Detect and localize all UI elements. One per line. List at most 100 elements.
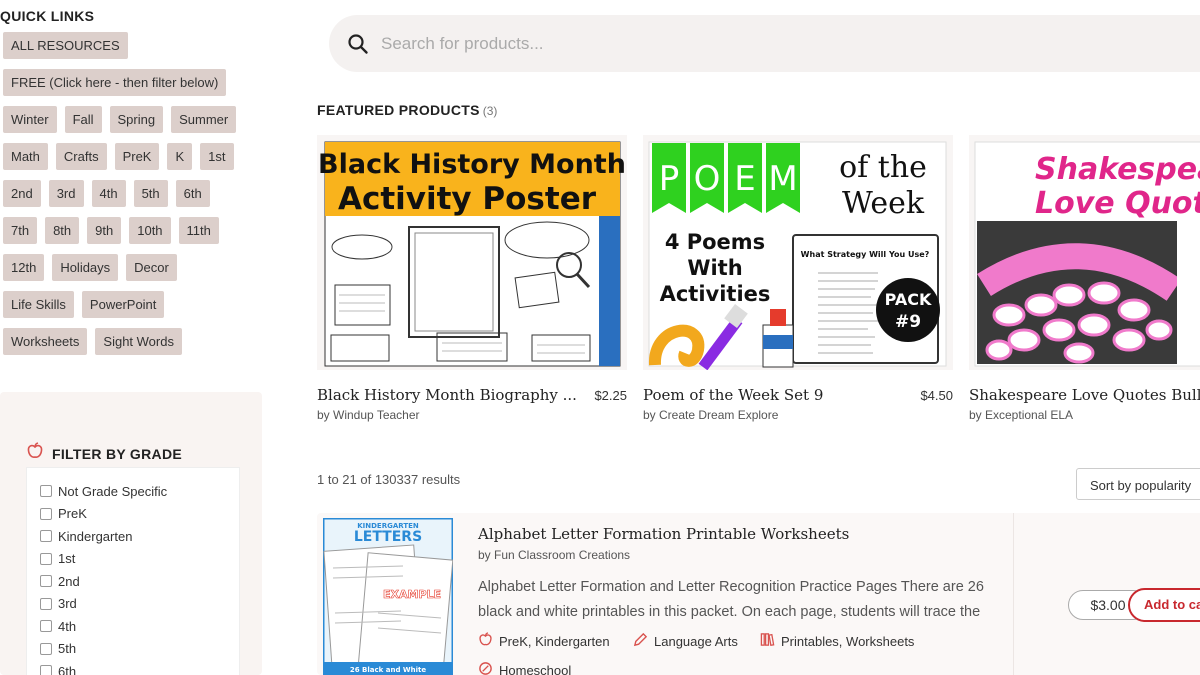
svg-text:#9: #9 [895, 312, 921, 332]
quick-link-chip[interactable]: 11th [178, 217, 219, 244]
quick-link-chip[interactable]: 6th [175, 180, 210, 207]
featured-image-3[interactable]: Shakespeare Love Quote [969, 135, 1200, 370]
quick-link-chip[interactable]: 1st [200, 143, 234, 170]
grade-label: Not Grade Specific [58, 483, 168, 499]
poster-title-line1: Black History Month [318, 149, 626, 180]
grade-filter-item[interactable]: 2nd [27, 570, 239, 593]
checkbox[interactable] [40, 552, 52, 565]
quick-link-chip[interactable]: Summer [171, 106, 237, 133]
quick-link-chip[interactable]: Sight Words [95, 328, 182, 355]
grade-filter-item[interactable]: 5th [27, 638, 239, 661]
product-author[interactable]: by Fun Classroom Creations [478, 548, 630, 562]
quick-link-chip[interactable]: ALL RESOURCES [3, 32, 128, 59]
search-input[interactable] [381, 33, 1081, 55]
grade-label: 3rd [58, 596, 77, 612]
svg-text:of the: of the [839, 150, 927, 185]
quick-link-chip[interactable]: Math [3, 143, 48, 170]
grade-label: 6th [58, 663, 77, 675]
quick-links-list: ALL RESOURCES FREE (Click here - then fil… [3, 32, 263, 365]
quick-link-chip[interactable]: 5th [133, 180, 168, 207]
pencil-icon [633, 632, 648, 650]
svg-text:4 Poems: 4 Poems [665, 230, 765, 254]
featured-title: FEATURED PRODUCTS [317, 102, 480, 118]
quick-link-chip[interactable]: Life Skills [3, 291, 74, 318]
quick-link-chip[interactable]: 3rd [48, 180, 84, 207]
checkbox[interactable] [40, 575, 52, 588]
grade-label: PreK [58, 506, 87, 522]
quick-link-chip[interactable]: Worksheets [3, 328, 88, 355]
svg-text:O: O [694, 159, 721, 199]
svg-text:PACK: PACK [885, 290, 932, 309]
apple-icon [26, 442, 44, 465]
svg-text:What Strategy Will You Use?: What Strategy Will You Use? [801, 250, 930, 259]
featured-title-2[interactable]: Poem of the Week Set 9 [643, 386, 903, 404]
quick-links-title: QUICK LINKS [0, 8, 95, 24]
featured-author-3[interactable]: by Exceptional ELA [969, 408, 1073, 422]
quick-link-chip[interactable]: Crafts [55, 143, 107, 170]
grade-filter-item[interactable]: PreK [27, 503, 239, 526]
featured-author-2[interactable]: by Create Dream Explore [643, 408, 778, 422]
quick-link-chip[interactable]: Decor [126, 254, 177, 281]
grade-filter-item[interactable]: 4th [27, 615, 239, 638]
poster-title-line2: Activity Poster [338, 181, 597, 217]
product-thumbnail[interactable]: KINDERGARTEN LETTERS EXAMPLE 26 Black an… [321, 516, 455, 675]
featured-image-2[interactable]: P O E M of the Week 4 Poems With Activit… [643, 135, 953, 371]
grade-label: 2nd [58, 573, 80, 589]
grade-label: 4th [58, 618, 77, 634]
featured-title-3[interactable]: Shakespeare Love Quotes Bulle [969, 386, 1200, 404]
quick-link-chip[interactable]: Spring [109, 106, 164, 133]
quick-link-chip[interactable]: Fall [64, 106, 102, 133]
grade-label: 1st [58, 551, 76, 567]
featured-title-1[interactable]: Black History Month Biography ... [317, 386, 577, 404]
search-icon[interactable] [347, 33, 369, 60]
filter-title: FILTER BY GRADE [52, 445, 182, 462]
checkbox[interactable] [40, 620, 52, 633]
quick-link-chip[interactable]: 9th [87, 217, 122, 244]
quick-link-chip[interactable]: 12th [3, 254, 45, 281]
grade-filter-item[interactable]: 6th [27, 660, 239, 675]
quick-link-chip[interactable]: 10th [129, 217, 171, 244]
product-subject: Language Arts [633, 632, 738, 650]
product-other-label: Homeschool [499, 662, 572, 675]
quick-link-chip[interactable]: K [167, 143, 193, 170]
product-types-label: Printables, Worksheets [781, 633, 915, 649]
svg-text:LETTERS: LETTERS [354, 529, 422, 545]
quick-link-chip[interactable]: Holidays [52, 254, 119, 281]
quick-link-chip[interactable]: Winter [3, 106, 57, 133]
sort-select[interactable]: Sort by popularity [1076, 468, 1200, 500]
apple-icon [478, 632, 493, 650]
featured-image-1[interactable]: Black History Month Activity Poster [317, 135, 627, 370]
quick-link-chip[interactable]: 4th [91, 180, 126, 207]
filter-header: FILTER BY GRADE [26, 442, 182, 465]
grade-filter-item[interactable]: 1st [27, 548, 239, 571]
grade-filter-item[interactable]: Kindergarten [27, 525, 239, 548]
svg-text:Week: Week [842, 186, 925, 221]
grade-filter-list: Not Grade Specific PreK Kindergarten 1st 2nd… [26, 467, 240, 675]
quick-link-chip[interactable]: 7th [3, 217, 38, 244]
grade-filter-item[interactable]: Not Grade Specific [27, 480, 239, 503]
quick-link-chip[interactable]: FREE (Click here - then filter below) [3, 69, 227, 96]
product-title[interactable]: Alphabet Letter Formation Printable Work… [478, 525, 849, 543]
grade-label: 5th [58, 641, 77, 657]
quick-link-chip[interactable]: PreK [114, 143, 160, 170]
featured-card-3[interactable]: Shakespeare Love Quote Shakespeare Love … [969, 135, 1200, 435]
checkbox[interactable] [40, 485, 52, 498]
checkbox[interactable] [40, 507, 52, 520]
checkbox[interactable] [40, 597, 52, 610]
svg-text:26 Black and White: 26 Black and White [350, 666, 426, 674]
svg-text:Activities: Activities [660, 282, 771, 306]
quick-links-row: ALL RESOURCES [3, 32, 263, 59]
product-subject-label: Language Arts [654, 633, 738, 649]
product-description: Alphabet Letter Formation and Letter Rec… [478, 579, 984, 620]
grade-filter-item[interactable]: 3rd [27, 593, 239, 616]
checkbox[interactable] [40, 642, 52, 655]
checkbox[interactable] [40, 530, 52, 543]
checkbox[interactable] [40, 665, 52, 675]
tag-icon [478, 661, 493, 675]
featured-price-1: $2.25 [594, 388, 627, 403]
add-to-cart-button[interactable]: Add to ca [1128, 588, 1200, 622]
quick-link-chip[interactable]: 8th [45, 217, 80, 244]
quick-link-chip[interactable]: PowerPoint [81, 291, 165, 318]
featured-author-1[interactable]: by Windup Teacher [317, 408, 420, 422]
quick-link-chip[interactable]: 2nd [3, 180, 41, 207]
